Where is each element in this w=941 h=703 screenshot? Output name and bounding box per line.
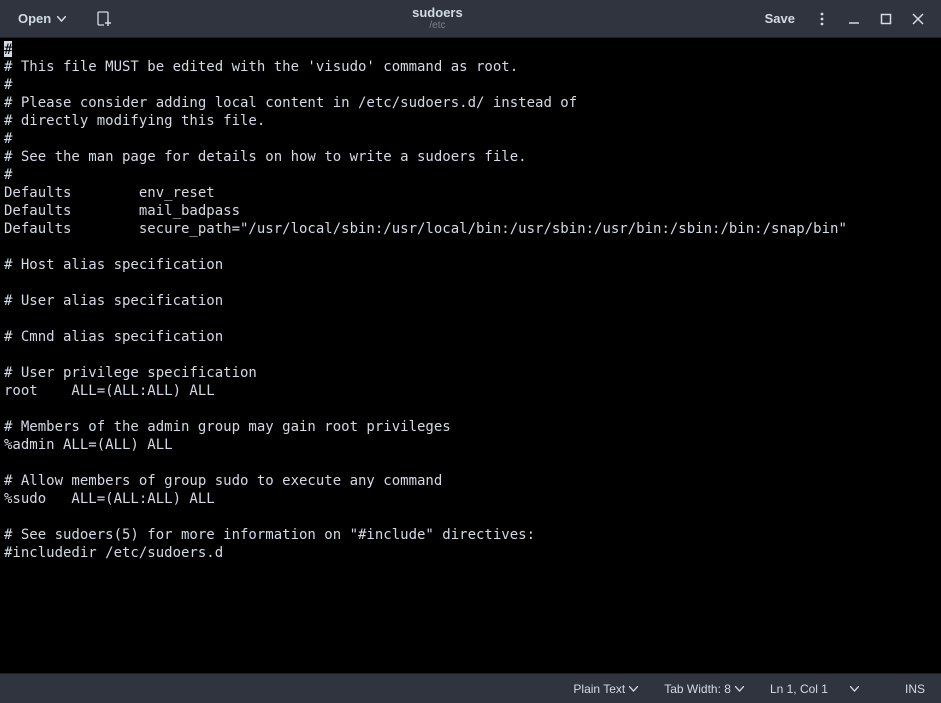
window-subtitle: /etc bbox=[429, 20, 445, 31]
editor-content: # This file MUST be edited with the 'vis… bbox=[4, 59, 847, 561]
chevron-down-icon bbox=[629, 686, 638, 692]
cursor-position[interactable]: Ln 1, Col 1 bbox=[766, 680, 863, 698]
hamburger-menu-button[interactable] bbox=[807, 4, 837, 34]
open-label: Open bbox=[18, 11, 51, 26]
insert-mode[interactable]: INS bbox=[901, 680, 929, 698]
maximize-icon bbox=[880, 13, 892, 25]
syntax-label: Plain Text bbox=[573, 682, 625, 696]
window-title: sudoers bbox=[412, 6, 463, 20]
titlebar-center: sudoers /etc bbox=[120, 6, 754, 31]
chevron-down-icon bbox=[735, 686, 744, 692]
insert-mode-label: INS bbox=[905, 682, 925, 696]
statusbar: Plain Text Tab Width: 8 Ln 1, Col 1 INS bbox=[0, 673, 941, 703]
text-cursor: # bbox=[4, 41, 12, 57]
tab-width-selector[interactable]: Tab Width: 8 bbox=[660, 680, 748, 698]
close-icon bbox=[912, 13, 924, 25]
chevron-down-icon bbox=[850, 686, 859, 692]
editor-area[interactable]: # # This file MUST be edited with the 'v… bbox=[0, 38, 941, 673]
titlebar-right: Save bbox=[755, 4, 933, 34]
new-document-icon bbox=[96, 11, 112, 27]
open-button[interactable]: Open bbox=[8, 7, 76, 30]
save-button[interactable]: Save bbox=[755, 7, 805, 30]
chevron-down-icon bbox=[57, 16, 66, 22]
close-button[interactable] bbox=[903, 4, 933, 34]
titlebar: Open sudoers /etc Save bbox=[0, 0, 941, 38]
save-label: Save bbox=[765, 11, 795, 26]
syntax-selector[interactable]: Plain Text bbox=[569, 680, 642, 698]
minimize-icon bbox=[848, 13, 860, 25]
cursor-position-label: Ln 1, Col 1 bbox=[770, 682, 828, 696]
tab-width-label: Tab Width: 8 bbox=[664, 682, 731, 696]
new-document-button[interactable] bbox=[88, 5, 120, 33]
maximize-button[interactable] bbox=[871, 4, 901, 34]
minimize-button[interactable] bbox=[839, 4, 869, 34]
kebab-menu-icon bbox=[815, 12, 829, 26]
titlebar-left: Open bbox=[8, 5, 120, 33]
